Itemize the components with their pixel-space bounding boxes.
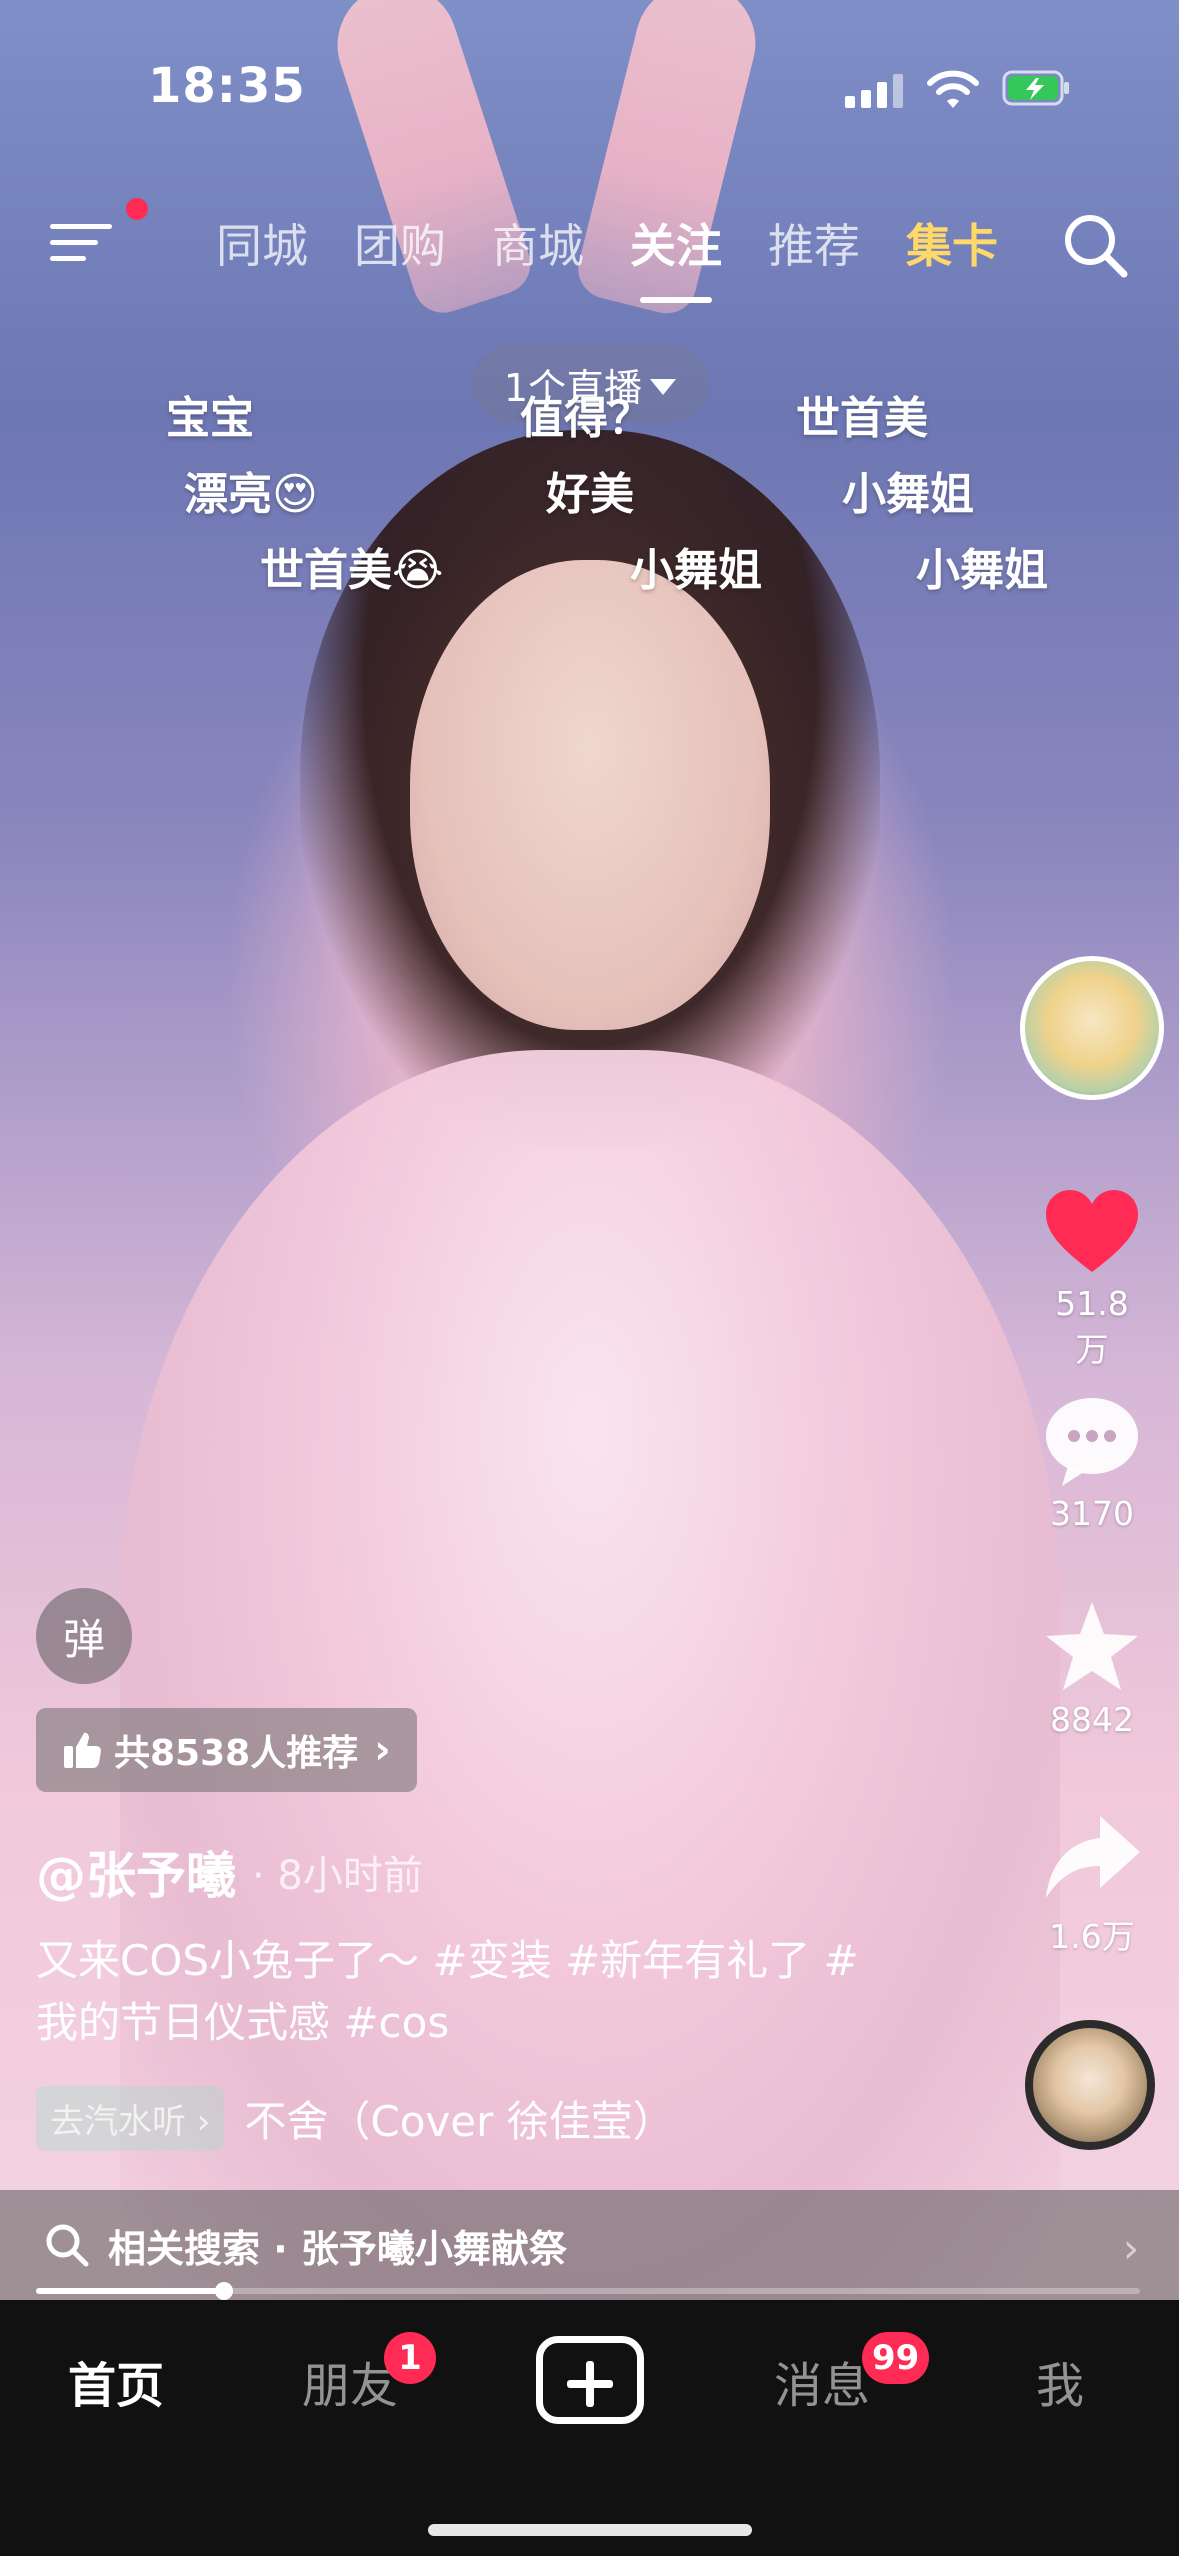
status-time: 18:35	[148, 58, 306, 114]
active-tab-indicator	[640, 297, 712, 303]
share-button[interactable]: 1.6万	[1040, 1806, 1144, 1958]
tab-tongcheng[interactable]: 同城	[216, 210, 308, 276]
post-time: · 8小时前	[252, 1853, 423, 1899]
cell-signal-icon	[845, 74, 903, 108]
menu-icon[interactable]	[50, 222, 112, 264]
music-disc[interactable]	[1025, 2020, 1155, 2150]
status-bar: 18:35	[0, 0, 1179, 170]
author-avatar[interactable]	[1020, 956, 1164, 1100]
video-progress-fill	[36, 2288, 224, 2294]
video-progress-bar[interactable]	[36, 2282, 1140, 2300]
star-icon	[1046, 1602, 1138, 1690]
favorite-button[interactable]: 8842	[1040, 1596, 1144, 1739]
related-search-bar[interactable]: 相关搜索 · 张予曦小舞献祭 ›	[0, 2190, 1179, 2300]
qishui-listen-tag[interactable]: 去汽水听 ›	[36, 2086, 225, 2151]
tab-shangcheng[interactable]: 商城	[492, 210, 584, 276]
danmu-comment: 好美	[546, 469, 634, 520]
share-count: 1.6万	[1049, 1917, 1135, 1956]
tab-jika[interactable]: 集卡	[906, 210, 998, 276]
comment-icon	[1046, 1398, 1138, 1486]
share-icon	[1046, 1816, 1140, 1898]
chevron-right-icon: ›	[374, 1727, 391, 1773]
friends-badge: 1	[384, 2332, 436, 2384]
nav-me[interactable]: 我	[1036, 2346, 1084, 2416]
danmu-comment: 小舞姐	[630, 545, 762, 596]
video-progress-handle[interactable]	[214, 2282, 233, 2300]
danmu-comment: 值得？	[520, 393, 652, 444]
chevron-down-icon	[650, 379, 677, 395]
tab-tuangou[interactable]: 团购	[354, 210, 446, 276]
danmu-toggle-button[interactable]: 弹	[36, 1588, 132, 1684]
music-title[interactable]: 不舍（Cover 徐佳莹）	[244, 2088, 674, 2149]
comment-count: 3170	[1050, 1494, 1134, 1533]
heart-icon	[1046, 1190, 1138, 1272]
chevron-right-icon: ›	[1123, 2226, 1139, 2272]
danmu-comment: 小舞姐	[916, 545, 1048, 596]
danmu-comment: 宝宝	[166, 393, 254, 444]
danmu-comment: 漂亮😍	[184, 469, 318, 520]
battery-icon	[1002, 70, 1069, 106]
recommend-chip[interactable]: 共8538人推荐 ›	[36, 1708, 417, 1792]
recommend-count-text: 共8538人推荐	[114, 1733, 359, 1774]
like-button[interactable]: 51.8万	[1040, 1180, 1144, 1371]
related-search-label: 相关搜索 · 张予曦小舞献祭	[108, 2226, 567, 2271]
tab-recommend[interactable]: 推荐	[768, 210, 860, 276]
thumbs-up-icon	[64, 1732, 101, 1768]
create-post-button[interactable]	[536, 2336, 644, 2424]
video-subject-face	[410, 560, 770, 1030]
nav-home[interactable]: 首页	[68, 2346, 164, 2416]
danmu-toggle-label: 弹	[62, 1614, 105, 1664]
author-row: @张予曦 · 8小时前	[36, 1836, 423, 1908]
danmu-comment: 世首美😭	[260, 545, 444, 596]
nav-messages[interactable]: 消息	[774, 2346, 870, 2416]
comment-button[interactable]: 3170	[1040, 1390, 1144, 1533]
video-description[interactable]: 又来COS小兔子了～ #变装 #新年有礼了 #我的节日仪式感 #cos	[36, 1930, 896, 2054]
favorite-count: 8842	[1050, 1700, 1134, 1739]
danmu-comment: 世首美	[796, 393, 928, 444]
messages-badge: 99	[862, 2332, 930, 2384]
music-row[interactable]: 去汽水听 › 不舍（Cover 徐佳莹）	[36, 2086, 675, 2151]
like-count: 51.8万	[1055, 1284, 1129, 1369]
home-indicator	[428, 2524, 752, 2536]
author-name[interactable]: @张予曦	[36, 1836, 236, 1908]
search-icon[interactable]	[1060, 210, 1130, 280]
danmu-comment: 小舞姐	[842, 469, 974, 520]
menu-notification-dot	[126, 198, 148, 220]
tab-following[interactable]: 关注	[630, 210, 722, 276]
search-icon	[46, 2224, 89, 2267]
wifi-icon	[927, 70, 979, 108]
